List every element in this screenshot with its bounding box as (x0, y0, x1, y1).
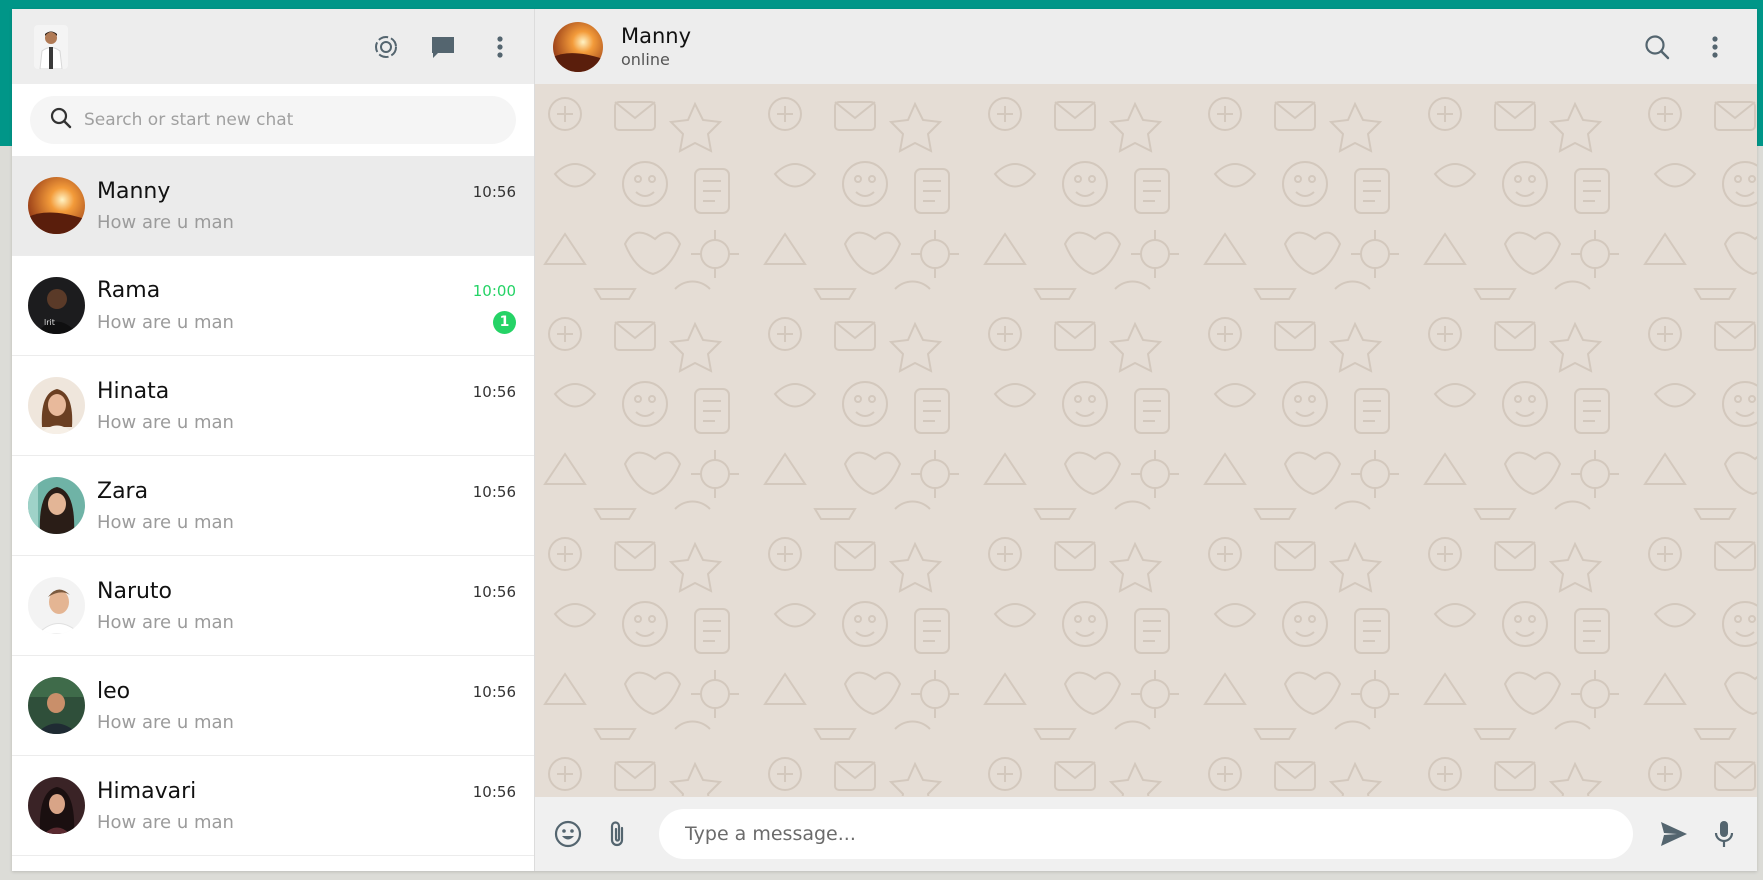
chat-name: Hinata (97, 378, 170, 404)
status-icon[interactable] (368, 29, 404, 65)
contact-status: online (621, 50, 670, 69)
avatar: lrit (28, 277, 85, 334)
chat-time: 10:56 (472, 782, 516, 801)
chat-item-himavari[interactable]: Himavari 10:56 How are u man (12, 756, 534, 856)
conversation-panel: Manny online (535, 9, 1757, 871)
chat-name: Zara (97, 478, 149, 504)
new-chat-icon[interactable] (425, 29, 461, 65)
chat-name: Manny (97, 178, 171, 204)
message-input-wrap (659, 809, 1633, 859)
chat-time: 10:00 (472, 281, 516, 300)
unread-badge: 1 (493, 310, 516, 334)
search-icon[interactable] (1637, 27, 1677, 67)
menu-icon[interactable] (1695, 27, 1735, 67)
svg-text:lrit: lrit (44, 318, 55, 327)
avatar (28, 477, 85, 534)
chat-preview: How are u man (97, 511, 234, 533)
contact-avatar[interactable] (553, 21, 603, 72)
chat-time: 10:56 (472, 482, 516, 501)
chat-preview: How are u man (97, 411, 234, 433)
my-avatar[interactable] (34, 24, 68, 69)
search-icon (50, 107, 72, 133)
chat-item-rama[interactable]: lrit Rama 10:00 How are u man 1 (12, 256, 534, 356)
chat-background (535, 84, 1757, 797)
chat-preview: How are u man (97, 711, 234, 733)
chat-item-leo[interactable]: leo 10:56 How are u man (12, 656, 534, 756)
chat-list: Manny 10:56 How are u man lrit Rama 10:0… (12, 156, 534, 871)
attach-icon[interactable] (601, 817, 635, 851)
avatar (28, 577, 85, 634)
sidebar: Manny 10:56 How are u man lrit (12, 9, 535, 871)
chat-item-naruto[interactable]: Naruto 10:56 How are u man (12, 556, 534, 656)
chat-name: leo (97, 678, 131, 704)
conversation-header: Manny online (535, 9, 1757, 84)
send-icon[interactable] (1657, 817, 1691, 851)
chat-item-manny[interactable]: Manny 10:56 How are u man (12, 156, 534, 256)
message-composer (535, 797, 1757, 871)
menu-icon[interactable] (482, 29, 518, 65)
avatar (28, 677, 85, 734)
emoji-icon[interactable] (551, 817, 585, 851)
chat-time: 10:56 (472, 682, 516, 701)
chat-preview: How are u man (97, 311, 234, 333)
message-input[interactable] (683, 822, 1609, 846)
chat-time: 10:56 (472, 182, 516, 201)
chat-name: Naruto (97, 578, 173, 604)
chat-time: 10:56 (472, 382, 516, 401)
avatar (28, 777, 85, 834)
doodle-pattern (535, 84, 1757, 796)
chat-preview: How are u man (97, 211, 234, 233)
avatar (28, 377, 85, 434)
microphone-icon[interactable] (1707, 817, 1741, 851)
avatar (28, 177, 85, 234)
search-box (30, 96, 516, 144)
sidebar-header (12, 9, 534, 84)
chat-item-hinata[interactable]: Hinata 10:56 How are u man (12, 356, 534, 456)
app-window: Manny 10:56 How are u man lrit (12, 9, 1757, 871)
search-input[interactable] (82, 109, 496, 131)
search-bar (12, 84, 534, 156)
chat-preview: How are u man (97, 611, 234, 633)
chat-name: Rama (97, 277, 161, 303)
contact-info[interactable]: Manny online (621, 24, 1619, 69)
chat-time: 10:56 (472, 582, 516, 601)
chat-name: Himavari (97, 778, 197, 804)
chat-item-zara[interactable]: Zara 10:56 How are u man (12, 456, 534, 556)
chat-preview: How are u man (97, 811, 234, 833)
contact-name: Manny (621, 24, 692, 48)
